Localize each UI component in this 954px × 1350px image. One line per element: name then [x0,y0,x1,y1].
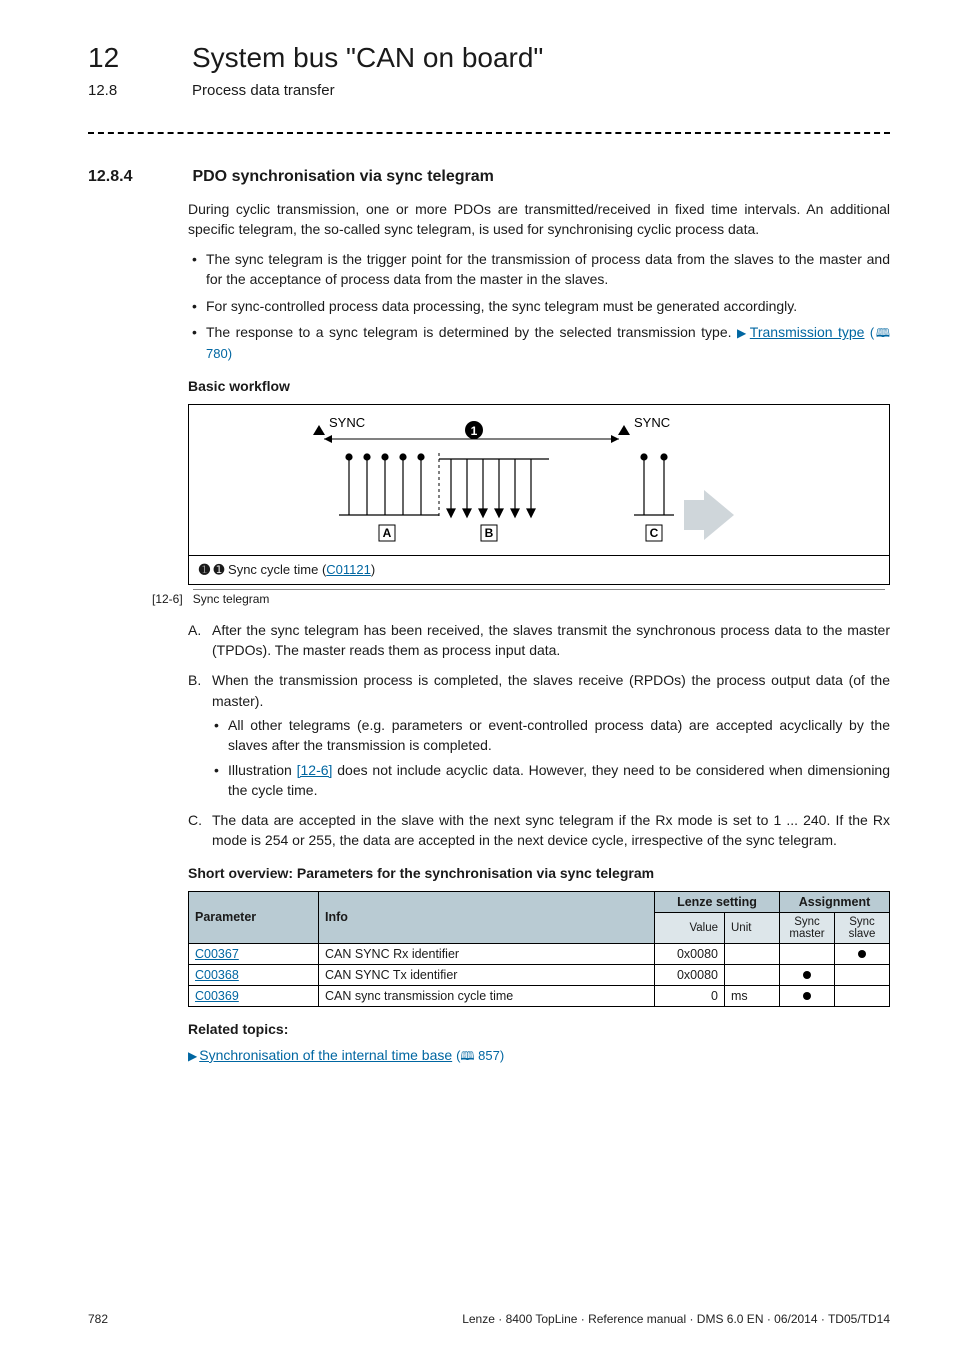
th-info: Info [319,891,655,943]
section-number: 12.8 [88,82,117,99]
page-number: 782 [88,1312,108,1326]
dot-icon [858,950,866,958]
lettered-item-a: A. After the sync telegram has been rece… [188,620,890,661]
param-link[interactable]: C00367 [195,947,239,961]
page-ref-num: 857) [475,1048,505,1063]
page-ref-num: 780) [206,346,232,361]
subsection-number: 12.8.4 [88,168,188,186]
table-row: C00368 CAN SYNC Tx identifier 0x0080 [189,964,890,985]
cell-value: 0 [655,985,725,1006]
triangle-icon: ▶ [188,1049,197,1063]
intro-bullet-list: The sync telegram is the trigger point f… [188,249,890,364]
th-sync-slave: Sync slave [835,912,890,943]
figure-title: Sync telegram [193,589,885,606]
cell-unit: ms [725,985,780,1006]
cell-master [780,943,835,964]
overview-heading: Short overview: Parameters for the synch… [188,865,890,881]
lettered-list: A. After the sync telegram has been rece… [188,620,890,851]
cell-info: CAN sync transmission cycle time [319,985,655,1006]
lettered-item-b: B. When the transmission process is comp… [188,670,890,800]
cell-slave [835,964,890,985]
th-lenze-setting: Lenze setting [655,891,780,912]
page-footer: 782 Lenze · 8400 TopLine · Reference man… [88,1312,890,1326]
transmission-type-link[interactable]: Transmission type [750,324,865,340]
cell-unit [725,943,780,964]
sync-diagram-svg: SYNC SYNC 1 [189,405,889,555]
header-divider [88,132,890,134]
legend-suffix: ) [371,562,375,577]
book-icon: 🕮 [874,326,890,340]
sync-diagram: SYNC SYNC 1 [188,404,890,585]
section-title: Process data transfer [192,82,335,99]
fig-12-6-link[interactable]: [12-6] [297,762,333,778]
intro-bullet-text: The response to a sync telegram is deter… [206,324,737,340]
lettered-text: The data are accepted in the slave with … [212,812,890,848]
sub-bullet: All other telegrams (e.g. parameters or … [228,715,890,756]
sub-bullet: Illustration [12-6] does not include acy… [228,760,890,801]
cell-unit [725,964,780,985]
chapter-title: System bus "CAN on board" [192,42,543,74]
dot-icon [803,971,811,979]
param-link[interactable]: C00369 [195,989,239,1003]
figure-ref: [12-6] [152,592,183,606]
subsection-title: PDO synchronisation via sync telegram [192,168,493,185]
page-reference: (🕮 857) [456,1048,504,1063]
intro-bullet: For sync-controlled process data process… [206,296,890,316]
legend-text: ➊ Sync cycle time ( [214,562,327,577]
triangle-icon: ▶ [737,326,748,340]
svg-text:C: C [650,526,659,540]
th-value: Value [655,912,725,943]
svg-text:1: 1 [471,424,478,438]
lettered-item-c: C. The data are accepted in the slave wi… [188,810,890,851]
th-parameter: Parameter [189,891,319,943]
sync-label: SYNC [329,415,365,430]
param-link[interactable]: C00368 [195,968,239,982]
related-link[interactable]: Synchronisation of the internal time bas… [199,1047,452,1063]
basic-workflow-heading: Basic workflow [188,378,890,394]
lettered-text: When the transmission process is complet… [212,672,890,708]
intro-bullet: The response to a sync telegram is deter… [206,322,890,364]
svg-text:A: A [383,526,392,540]
sub-bullet-text: Illustration [228,762,297,778]
chapter-number: 12 [88,42,119,74]
th-sync-master: Sync master [780,912,835,943]
related-topics-heading: Related topics: [188,1021,890,1037]
book-icon: 🕮 [460,1049,474,1063]
legend-bullet-icon: ➊ [199,562,210,577]
cell-slave [835,985,890,1006]
sync-label: SYNC [634,415,670,430]
lettered-text: After the sync telegram has been receive… [212,622,890,658]
th-unit: Unit [725,912,780,943]
table-row: C00369 CAN sync transmission cycle time … [189,985,890,1006]
cell-info: CAN SYNC Rx identifier [319,943,655,964]
cell-slave [835,943,890,964]
cell-master [780,985,835,1006]
c01121-link[interactable]: C01121 [326,562,371,577]
cell-info: CAN SYNC Tx identifier [319,964,655,985]
parameter-table: Parameter Info Lenze setting Assignment … [188,891,890,1007]
svg-text:B: B [485,526,494,540]
th-assignment: Assignment [780,891,890,912]
footer-text: Lenze · 8400 TopLine · Reference manual … [462,1312,890,1326]
cell-value: 0x0080 [655,943,725,964]
dot-icon [803,992,811,1000]
cell-value: 0x0080 [655,964,725,985]
cell-master [780,964,835,985]
intro-bullet: The sync telegram is the trigger point f… [206,249,890,290]
intro-paragraph: During cyclic transmission, one or more … [188,200,890,239]
table-row: C00367 CAN SYNC Rx identifier 0x0080 [189,943,890,964]
